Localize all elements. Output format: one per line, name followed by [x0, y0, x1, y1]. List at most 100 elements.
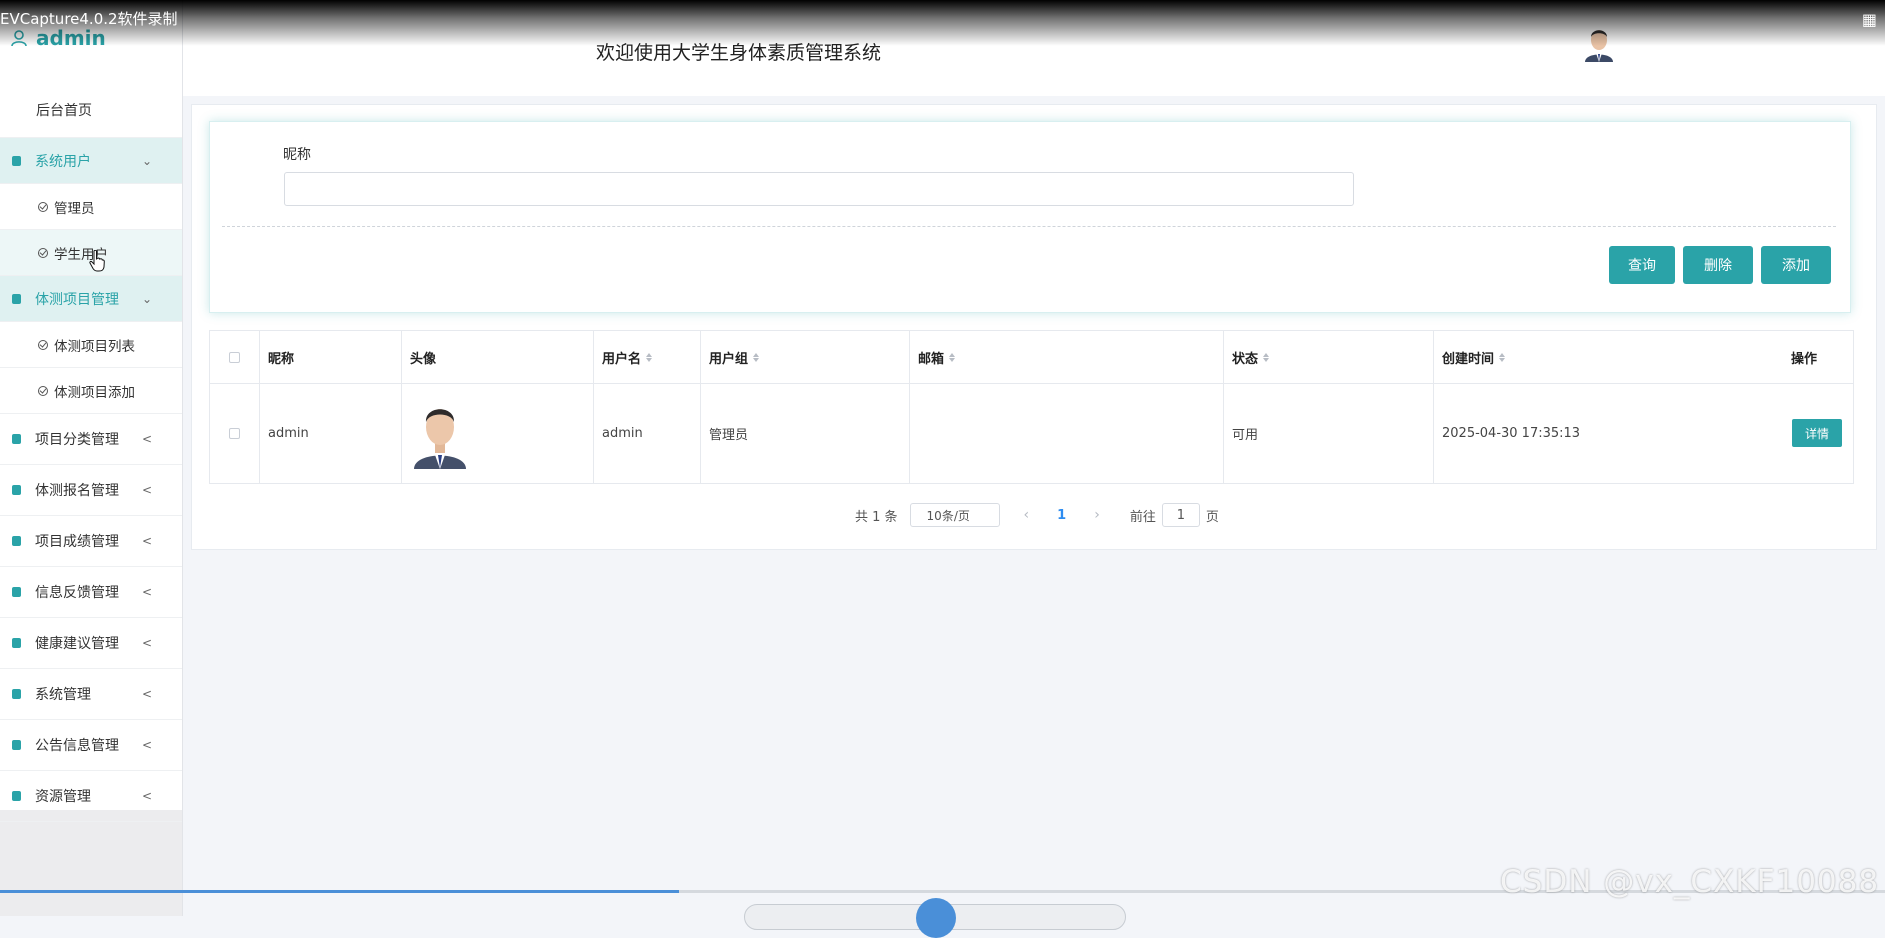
- sidebar-group-health-advice[interactable]: 健康建议管理 <: [0, 618, 182, 669]
- sidebar-item-label: 后台首页: [36, 102, 92, 119]
- row-select-cell: [210, 383, 259, 483]
- page-size-select[interactable]: 10条/页: [909, 503, 1000, 527]
- cell-avatar: [410, 383, 590, 483]
- chevron-left-icon: <: [141, 789, 152, 803]
- users-table: 昵称 头像 用户名 用户组 邮箱 状态 创建时间 操作 admin admin …: [209, 330, 1854, 484]
- sidebar-group-test-items[interactable]: 体测项目管理 ⌄: [0, 276, 182, 322]
- column-header-label: 创建时间: [1442, 351, 1495, 367]
- column-divider: [259, 331, 260, 483]
- nickname-input[interactable]: [284, 172, 1354, 206]
- avatar[interactable]: [1582, 24, 1616, 62]
- chevron-down-icon: ⌄: [141, 291, 152, 306]
- menu-bullet-icon: [12, 485, 21, 495]
- search-panel: [209, 121, 1851, 313]
- chevron-left-icon: <: [141, 738, 152, 752]
- sidebar-group-registrations[interactable]: 体测报名管理 <: [0, 465, 182, 516]
- row-checkbox[interactable]: [229, 427, 240, 439]
- cell-username: admin: [602, 425, 643, 441]
- chevron-down-icon: ⌄: [141, 153, 152, 168]
- sidebar-item-label: 系统用户: [35, 153, 91, 170]
- menu-bullet-icon: [12, 536, 21, 546]
- column-divider: [1433, 331, 1434, 483]
- goto-prefix: 前往: [1129, 509, 1156, 525]
- chevron-left-icon: <: [141, 636, 152, 650]
- sidebar-item-label: 项目成绩管理: [35, 534, 119, 550]
- column-header-email[interactable]: 邮箱: [918, 331, 1218, 383]
- sidebar-item-admins[interactable]: 管理员: [0, 184, 182, 230]
- select-all-checkbox[interactable]: [229, 351, 240, 363]
- column-header-label: 状态: [1232, 351, 1259, 367]
- menu-bullet-icon: [12, 740, 21, 750]
- cell-user-group: 管理员: [709, 427, 749, 443]
- sidebar-group-system[interactable]: 系统管理 <: [0, 669, 182, 720]
- fullscreen-icon[interactable]: ▦: [1862, 10, 1877, 29]
- column-header-username[interactable]: 用户名: [602, 331, 698, 383]
- sidebar-group-feedback[interactable]: 信息反馈管理 <: [0, 567, 182, 618]
- sidebar-item-label: 体测项目列表: [54, 338, 135, 355]
- next-page-icon[interactable]: ›: [1094, 507, 1100, 523]
- sidebar-group-item-categories[interactable]: 项目分类管理 <: [0, 414, 182, 465]
- goto-page-input[interactable]: 1: [1161, 503, 1200, 527]
- check-circle-icon: [38, 247, 48, 258]
- sidebar-item-label: 系统管理: [35, 687, 91, 703]
- sidebar-item-label: 体测报名管理: [35, 483, 119, 499]
- delete-button[interactable]: 删除: [1683, 246, 1753, 284]
- sidebar-group-resources[interactable]: 资源管理 <: [0, 771, 182, 822]
- chevron-left-icon: <: [141, 585, 152, 599]
- playback-progress-fill: [0, 890, 679, 893]
- sort-icon[interactable]: [1499, 352, 1506, 362]
- column-divider: [909, 331, 910, 483]
- sidebar-item-label: 体测项目管理: [35, 291, 119, 308]
- sidebar-item-label: 健康建议管理: [35, 636, 119, 652]
- recording-title: EVCapture4.0.2软件录制: [0, 10, 178, 28]
- sidebar-panel: admin 后台首页 系统用户 ⌄ 管理员 学生用户 体测项目管理 ⌄ 体测项目…: [0, 0, 182, 822]
- column-header-status[interactable]: 状态: [1232, 331, 1428, 383]
- sort-icon[interactable]: [949, 352, 956, 362]
- detail-button[interactable]: 详情: [1792, 419, 1842, 447]
- column-header-actions: 操作: [1791, 351, 1818, 367]
- sidebar-item-label: 资源管理: [35, 789, 91, 805]
- play-icon[interactable]: [916, 898, 956, 938]
- sidebar-item-label: 体测项目添加: [54, 384, 135, 401]
- menu-bullet-icon: [12, 791, 21, 801]
- sidebar-group-announcements[interactable]: 公告信息管理 <: [0, 720, 182, 771]
- chevron-left-icon: <: [141, 432, 152, 446]
- hand-cursor-icon: [89, 250, 105, 272]
- add-button[interactable]: 添加: [1761, 246, 1831, 284]
- chevron-left-icon: <: [141, 534, 152, 548]
- sidebar-item-test-item-list[interactable]: 体测项目列表: [0, 322, 182, 368]
- page-number[interactable]: 1: [1057, 508, 1066, 523]
- column-header-avatar: 头像: [410, 351, 437, 367]
- column-header-user-group[interactable]: 用户组: [709, 331, 905, 383]
- goto-suffix: 页: [1205, 509, 1219, 525]
- column-header-label: 邮箱: [918, 351, 945, 367]
- column-header-created[interactable]: 创建时间: [1442, 331, 1742, 383]
- sidebar-item-home[interactable]: 后台首页: [0, 82, 182, 138]
- sidebar-item-test-item-add[interactable]: 体测项目添加: [0, 368, 182, 414]
- query-button[interactable]: 查询: [1609, 246, 1675, 284]
- sidebar-group-system-users[interactable]: 系统用户 ⌄: [0, 138, 182, 184]
- sort-icon[interactable]: [646, 352, 653, 362]
- column-divider: [401, 331, 402, 483]
- watermark: CSDN @vx_CXKF10088: [1500, 864, 1880, 900]
- sidebar-item-label: 信息反馈管理: [35, 585, 119, 601]
- sidebar-item-label: 管理员: [54, 200, 95, 217]
- column-divider: [700, 331, 701, 483]
- menu-bullet-icon: [12, 689, 21, 699]
- divider: [222, 226, 1836, 227]
- sort-icon[interactable]: [1263, 352, 1270, 362]
- cell-created: 2025-04-30 17:35:13: [1442, 425, 1581, 441]
- chevron-left-icon: <: [141, 687, 152, 701]
- cell-status: 可用: [1232, 427, 1259, 443]
- avatar: [410, 397, 470, 469]
- cell-actions: 详情: [1792, 383, 1852, 483]
- column-header-label: 用户组: [709, 351, 749, 367]
- sort-icon[interactable]: [753, 352, 760, 362]
- prev-page-icon[interactable]: ‹: [1024, 507, 1030, 523]
- sidebar-group-scores[interactable]: 项目成绩管理 <: [0, 516, 182, 567]
- sidebar: admin 后台首页 系统用户 ⌄ 管理员 学生用户 体测项目管理 ⌄ 体测项目…: [0, 0, 183, 916]
- sidebar-username: admin: [36, 26, 106, 50]
- column-header-nickname: 昵称: [268, 351, 295, 367]
- check-circle-icon: [38, 339, 48, 350]
- column-divider: [1223, 331, 1224, 483]
